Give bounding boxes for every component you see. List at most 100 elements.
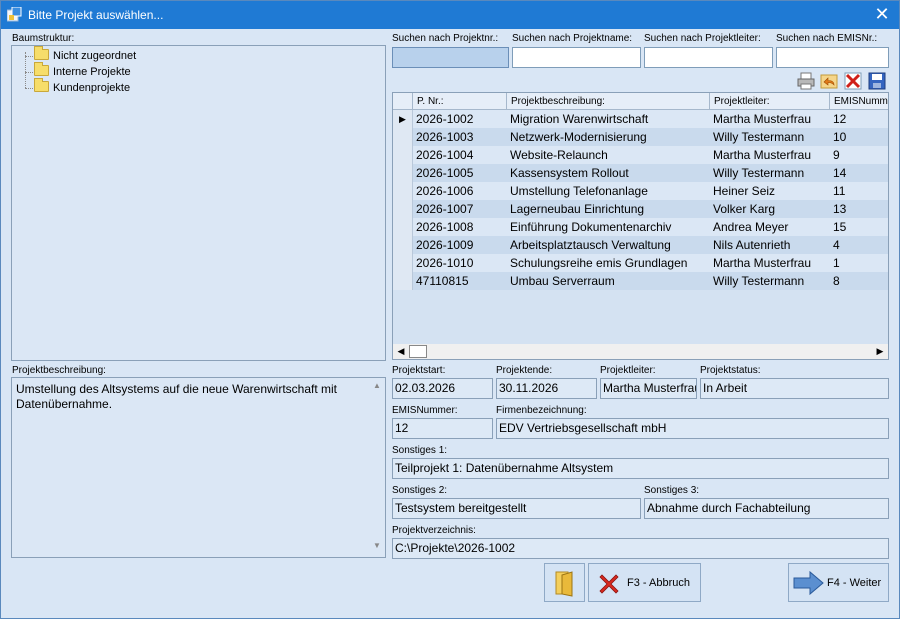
delete-filter-icon[interactable] xyxy=(843,71,863,91)
search-projektleiter-input[interactable] xyxy=(644,47,773,68)
title-bar[interactable]: Bitte Projekt auswählen... ✕ xyxy=(1,1,899,29)
table-row[interactable]: ▶ 2026-1002 Migration Warenwirtschaft Marth… xyxy=(393,110,888,128)
table-cell-beschreibung[interactable]: Arbeitsplatztausch Verwaltung xyxy=(507,236,710,254)
table-row[interactable]: 2026-1007 Lagerneubau Einrichtung Volker K… xyxy=(393,200,888,218)
table-cell-emis[interactable]: 4 xyxy=(830,236,888,254)
verzeichnis-field[interactable]: C:\Projekte\2026-1002 xyxy=(392,538,889,559)
tree-panel[interactable]: Nicht zugeordnet Interne Projekte Kunden… xyxy=(11,45,386,361)
table-cell-nr[interactable]: 2026-1007 xyxy=(413,200,507,218)
project-table[interactable]: P. Nr.: Projektbeschreibung: Projektleit… xyxy=(392,92,889,360)
table-cell-emis[interactable]: 10 xyxy=(830,128,888,146)
table-cell-nr[interactable]: 47110815 xyxy=(413,272,507,290)
table-cell-leiter[interactable]: Willy Testermann xyxy=(710,128,830,146)
column-header-beschreibung[interactable]: Projektbeschreibung: xyxy=(507,93,710,110)
vertical-scrollbar[interactable]: ▲ ▼ xyxy=(370,379,384,557)
table-cell-leiter[interactable]: Volker Karg xyxy=(710,200,830,218)
table-cell-leiter[interactable]: Martha Musterfrau xyxy=(710,254,830,272)
tree-item-nicht-zugeordnet[interactable]: Nicht zugeordnet xyxy=(34,46,136,65)
table-cell-leiter[interactable]: Andrea Meyer xyxy=(710,218,830,236)
table-cell-beschreibung[interactable]: Netzwerk-Modernisierung xyxy=(507,128,710,146)
table-cell-emis[interactable]: 12 xyxy=(830,110,888,128)
search-projektnr-input[interactable] xyxy=(392,47,509,68)
beschreibung-textarea[interactable]: Umstellung des Altsystems auf die neue W… xyxy=(11,377,386,558)
column-header-nr[interactable]: P. Nr.: xyxy=(413,93,507,110)
sonstiges1-field[interactable]: Teilprojekt 1: Datenübernahme Altsystem xyxy=(392,458,889,479)
sonstiges3-field[interactable]: Abnahme durch Fachabteilung xyxy=(644,498,889,519)
projektleiter-field[interactable]: Martha Musterfrau xyxy=(600,378,697,399)
table-cell-beschreibung[interactable]: Kassensystem Rollout xyxy=(507,164,710,182)
table-cell-beschreibung[interactable]: Umbau Serverraum xyxy=(507,272,710,290)
table-cell-emis[interactable]: 15 xyxy=(830,218,888,236)
table-row[interactable]: 2026-1005 Kassensystem Rollout Willy Teste… xyxy=(393,164,888,182)
horizontal-scrollbar[interactable]: ◀ ▶ xyxy=(393,344,888,359)
table-row[interactable]: 2026-1009 Arbeitsplatztausch Verwaltung Ni… xyxy=(393,236,888,254)
abbruch-button[interactable]: F3 - Abbruch xyxy=(588,563,701,602)
row-indicator[interactable] xyxy=(393,146,413,164)
scroll-right-icon[interactable]: ▶ xyxy=(872,344,888,359)
table-cell-beschreibung[interactable]: Einführung Dokumentenarchiv xyxy=(507,218,710,236)
column-header-leiter[interactable]: Projektleiter: xyxy=(710,93,830,110)
table-row[interactable]: 2026-1008 Einführung Dokumentenarchiv Andr… xyxy=(393,218,888,236)
table-row[interactable]: 2026-1004 Website-Relaunch Martha Musterfr… xyxy=(393,146,888,164)
undo-icon[interactable] xyxy=(819,71,839,91)
table-cell-beschreibung[interactable]: Umstellung Telefonanlage xyxy=(507,182,710,200)
table-row[interactable]: 2026-1006 Umstellung Telefonanlage Heiner … xyxy=(393,182,888,200)
search-projektname-input[interactable] xyxy=(512,47,641,68)
table-cell-leiter[interactable]: Martha Musterfrau xyxy=(710,110,830,128)
table-cell-emis[interactable]: 11 xyxy=(830,182,888,200)
row-indicator[interactable] xyxy=(393,218,413,236)
table-cell-emis[interactable]: 9 xyxy=(830,146,888,164)
row-indicator[interactable] xyxy=(393,164,413,182)
table-cell-nr[interactable]: 2026-1005 xyxy=(413,164,507,182)
save-icon[interactable] xyxy=(867,71,887,91)
row-indicator[interactable] xyxy=(393,182,413,200)
table-cell-nr[interactable]: 2026-1003 xyxy=(413,128,507,146)
row-indicator[interactable] xyxy=(393,236,413,254)
table-cell-leiter[interactable]: Heiner Seiz xyxy=(710,182,830,200)
table-cell-beschreibung[interactable]: Lagerneubau Einrichtung xyxy=(507,200,710,218)
table-row[interactable]: 2026-1003 Netzwerk-Modernisierung Willy Te… xyxy=(393,128,888,146)
sonstiges2-field[interactable]: Testsystem bereitgestellt xyxy=(392,498,641,519)
table-cell-leiter[interactable]: Nils Autenrieth xyxy=(710,236,830,254)
firma-field[interactable]: EDV Vertriebsgesellschaft mbH xyxy=(496,418,889,439)
tree-item-interne-projekte[interactable]: Interne Projekte xyxy=(34,62,131,81)
table-cell-leiter[interactable]: Willy Testermann xyxy=(710,272,830,290)
projektstatus-field[interactable]: In Arbeit xyxy=(700,378,889,399)
table-cell-beschreibung[interactable]: Migration Warenwirtschaft xyxy=(507,110,710,128)
table-cell-nr[interactable]: 2026-1008 xyxy=(413,218,507,236)
column-header-emis[interactable]: EMISNumm xyxy=(830,93,888,110)
row-indicator[interactable] xyxy=(393,128,413,146)
table-cell-nr[interactable]: 2026-1006 xyxy=(413,182,507,200)
scroll-left-icon[interactable]: ◀ xyxy=(393,344,409,359)
projektstart-field[interactable]: 02.03.2026 xyxy=(392,378,493,399)
scroll-up-icon[interactable]: ▲ xyxy=(370,381,384,395)
table-cell-leiter[interactable]: Willy Testermann xyxy=(710,164,830,182)
table-cell-nr[interactable]: 2026-1002 xyxy=(413,110,507,128)
row-indicator[interactable] xyxy=(393,254,413,272)
projektende-field[interactable]: 30.11.2026 xyxy=(496,378,597,399)
open-folder-button[interactable] xyxy=(544,563,585,602)
scroll-down-icon[interactable]: ▼ xyxy=(370,541,384,555)
printer-icon[interactable] xyxy=(796,71,816,91)
row-indicator[interactable]: ▶ xyxy=(393,110,413,128)
tree-item-kundenprojekte[interactable]: Kundenprojekte xyxy=(34,78,130,97)
weiter-button[interactable]: F4 - Weiter xyxy=(788,563,889,602)
table-cell-nr[interactable]: 2026-1004 xyxy=(413,146,507,164)
close-icon[interactable]: ✕ xyxy=(865,1,899,29)
table-cell-emis[interactable]: 8 xyxy=(830,272,888,290)
table-cell-nr[interactable]: 2026-1009 xyxy=(413,236,507,254)
table-cell-emis[interactable]: 13 xyxy=(830,200,888,218)
emis-field[interactable]: 12 xyxy=(392,418,493,439)
row-indicator[interactable] xyxy=(393,272,413,290)
table-row[interactable]: 47110815 Umbau Serverraum Willy Testermann… xyxy=(393,272,888,290)
table-cell-nr[interactable]: 2026-1010 xyxy=(413,254,507,272)
table-cell-emis[interactable]: 14 xyxy=(830,164,888,182)
table-row[interactable]: 2026-1010 Schulungsreihe emis Grundlagen M… xyxy=(393,254,888,272)
table-cell-leiter[interactable]: Martha Musterfrau xyxy=(710,146,830,164)
row-indicator[interactable] xyxy=(393,200,413,218)
search-emisnr-input[interactable] xyxy=(776,47,889,68)
scroll-thumb[interactable] xyxy=(409,345,427,358)
table-cell-beschreibung[interactable]: Website-Relaunch xyxy=(507,146,710,164)
table-cell-beschreibung[interactable]: Schulungsreihe emis Grundlagen xyxy=(507,254,710,272)
table-cell-emis[interactable]: 1 xyxy=(830,254,888,272)
